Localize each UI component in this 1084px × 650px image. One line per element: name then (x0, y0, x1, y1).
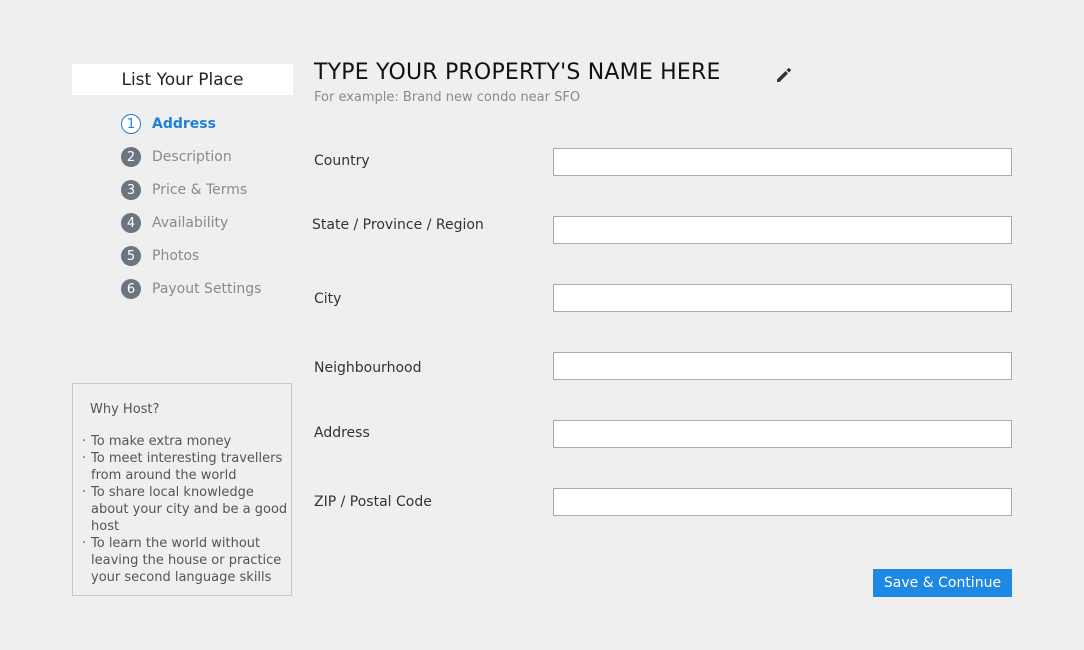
state-field[interactable] (553, 216, 1012, 244)
neighbourhood-label: Neighbourhood (314, 360, 422, 376)
country-field[interactable] (553, 148, 1012, 176)
zip-field[interactable] (553, 488, 1012, 516)
step-number: 6 (121, 279, 141, 299)
list-item: To make extra money (82, 433, 294, 450)
pencil-icon[interactable] (774, 65, 794, 85)
why-host-list: To make extra money To meet interesting … (82, 433, 294, 586)
save-continue-button[interactable]: Save & Continue (873, 569, 1012, 597)
step-label: Price & Terms (152, 182, 248, 198)
property-name-title[interactable]: TYPE YOUR PROPERTY'S NAME HERE (314, 60, 721, 85)
list-your-place-page: List Your Place 1 Address 2 Description … (0, 0, 1084, 650)
zip-label: ZIP / Postal Code (314, 494, 432, 510)
step-label: Availability (152, 215, 229, 231)
step-payout-settings[interactable]: 6 Payout Settings (121, 279, 261, 299)
list-item: To share local knowledge about your city… (82, 484, 294, 535)
neighbourhood-field[interactable] (553, 352, 1012, 380)
country-label: Country (314, 153, 370, 169)
why-host-title: Why Host? (90, 402, 160, 417)
list-item: To learn the world without leaving the h… (82, 535, 294, 586)
why-host-box: Why Host? To make extra money To meet in… (72, 383, 292, 596)
step-photos[interactable]: 5 Photos (121, 246, 261, 266)
step-number: 4 (121, 213, 141, 233)
step-label: Payout Settings (152, 281, 262, 297)
step-number: 1 (121, 114, 141, 134)
step-label: Description (152, 149, 232, 165)
step-description[interactable]: 2 Description (121, 147, 261, 167)
step-label: Photos (152, 248, 200, 264)
step-address[interactable]: 1 Address (121, 114, 261, 134)
address-field[interactable] (553, 420, 1012, 448)
step-number: 2 (121, 147, 141, 167)
city-label: City (314, 291, 342, 307)
city-field[interactable] (553, 284, 1012, 312)
step-price-terms[interactable]: 3 Price & Terms (121, 180, 261, 200)
property-name-example: For example: Brand new condo near SFO (314, 90, 581, 105)
step-number: 5 (121, 246, 141, 266)
step-number: 3 (121, 180, 141, 200)
step-availability[interactable]: 4 Availability (121, 213, 261, 233)
state-label: State / Province / Region (312, 217, 484, 233)
steps-nav: 1 Address 2 Description 3 Price & Terms … (121, 114, 261, 312)
list-item: To meet interesting travellers from arou… (82, 450, 294, 484)
address-label: Address (314, 425, 370, 441)
step-label: Address (152, 116, 216, 132)
sidebar-title: List Your Place (72, 64, 293, 95)
